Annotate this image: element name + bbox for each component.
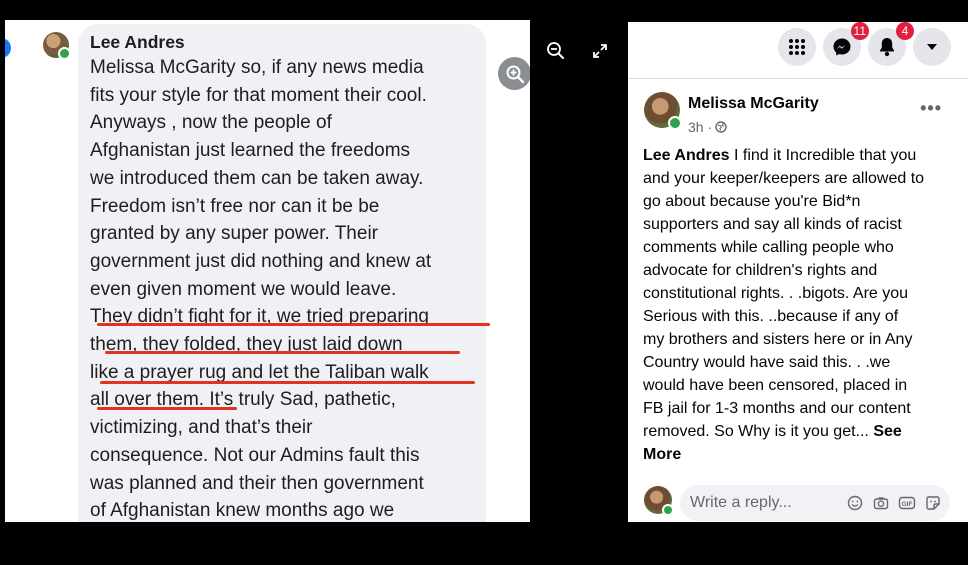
red-underline [97,323,490,326]
post-line: Lee Andres I find it Incredible that you [643,144,961,167]
reply-placeholder: Write a reply... [690,494,792,511]
post-line: would have been censored, placed in [643,377,908,394]
fullscreen-button[interactable] [589,40,611,62]
zoom-out-icon [547,42,564,59]
avatar[interactable] [43,32,71,60]
post-line: removed. So Why is it you get... See [643,420,961,443]
comment-line: them, they folded, they just laid down [90,334,403,356]
comment-line: government just did nothing and knew at [90,250,432,272]
post-body: Lee Andres I find it Incredible that you… [643,144,961,466]
comment-line: was planned and their then government [90,472,424,494]
post-line: FB jail for 1-3 months and our content [643,400,911,417]
notifications-badge: 4 [896,22,914,40]
comment-line: granted by any super power. Their [90,223,378,245]
post-line: go about because you're Bid*n [643,193,861,210]
notifications-button[interactable]: 4 [868,22,914,66]
red-underline [100,381,475,384]
post-line: advocate for children's rights and [643,262,878,279]
more-options-button[interactable]: ••• [920,98,942,119]
messenger-badge: 11 [850,22,869,40]
post-line: supporters and say all kinds of racist [643,216,902,233]
see-more-link[interactable]: More [643,446,681,463]
comment-line: of Afghanistan knew months ago we [90,500,395,522]
messenger-button[interactable]: 11 [823,22,869,66]
messenger-icon [833,38,851,56]
post-line: comments while calling people who [643,239,894,256]
mention-link[interactable]: Lee Andres [643,147,730,164]
camera-icon[interactable] [872,494,890,512]
comment-line: Melissa McGarity so, if any news media [90,57,424,78]
avatar[interactable] [644,486,674,516]
comment-line: consequence. Not our Admins fault this [90,444,420,466]
comment-line: even given moment we would leave. [90,278,397,300]
menu-button[interactable] [778,28,816,66]
online-indicator [668,116,682,130]
gif-icon[interactable]: GIF [898,494,916,512]
see-more-link[interactable]: See [873,423,901,440]
avatar[interactable] [644,92,682,130]
bell-icon [880,38,894,57]
reply-actions: GIF [846,494,942,512]
online-indicator [662,504,674,516]
nav-edge-button[interactable] [5,38,11,58]
svg-text:GIF: GIF [902,501,913,508]
reply-input[interactable]: Write a reply... GIF [680,485,950,521]
comment-line: victimizing, and that’s their [90,417,313,439]
comment-line: Afghanistan just learned the freedoms [90,140,411,162]
zoom-in-button[interactable] [498,57,530,90]
sticker-icon[interactable] [924,494,942,512]
red-underline [105,351,460,354]
post-line-text: I find it Incredible that you [734,147,917,164]
caret-down-icon [927,44,937,50]
post-line: Country would have said this. . .we [643,354,891,371]
post-line: and your keeper/keepers are allowed to [643,170,925,187]
emoji-icon[interactable] [846,494,864,512]
post-line: my brothers and sisters here or in Any [643,331,913,348]
post-line: constitutional rights. . .bigots. Are yo… [643,285,909,302]
globe-icon [715,121,727,133]
comment-line: Anyways , now the people of [90,112,332,134]
red-underline [97,407,237,410]
zoom-out-button[interactable] [545,40,567,62]
post-author[interactable]: Melissa McGarity [688,95,819,113]
grid-icon [789,39,805,55]
comment-author[interactable]: Lee Andres [90,32,185,53]
comment-line: They didn’t fight for it, we tried prepa… [90,306,430,328]
comment-panel: Lee Andres Melissa McGarity so, if any n… [5,20,530,522]
comment-text: Melissa McGarity so, if any news media f… [90,54,482,522]
header-divider [628,78,968,79]
comment-line: Freedom isn’t free nor can it be be [90,195,380,217]
post-panel: 11 4 Melissa McGarity 3h · ••• Lee Andre… [628,22,968,522]
expand-icon [593,44,607,58]
post-line: More [643,443,961,466]
zoom-in-icon [506,65,524,83]
post-meta: 3h · [688,119,727,135]
post-line-text: removed. So Why is it you get... [643,423,869,440]
post-line: Serious with this. ..because if any of [643,308,899,325]
online-indicator [58,47,71,60]
comment-line: we introduced them can be taken away. [90,167,424,189]
account-button[interactable] [913,28,951,66]
post-time[interactable]: 3h · [688,119,712,135]
comment-line: fits your style for that moment their co… [90,84,427,106]
